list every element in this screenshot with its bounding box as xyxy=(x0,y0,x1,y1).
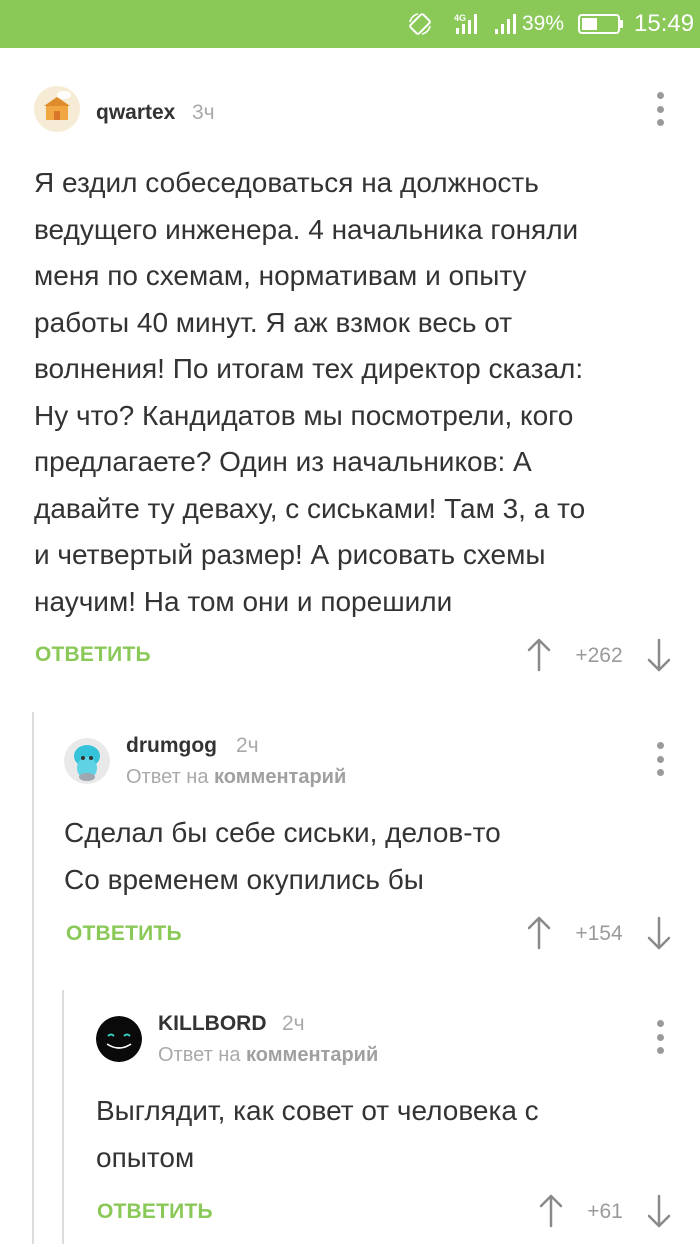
upvote-icon[interactable] xyxy=(538,1194,564,1228)
signal-icon xyxy=(494,0,516,48)
downvote-icon[interactable] xyxy=(646,1194,672,1228)
downvote-icon[interactable] xyxy=(646,638,672,672)
upvote-icon[interactable] xyxy=(526,916,552,950)
comment-line: предлагаете? Один из начальников: А xyxy=(34,446,532,477)
comment-body: Сделал бы себе сиськи, делов-то Со време… xyxy=(64,810,501,903)
reply-to-label[interactable]: Ответ на комментарий xyxy=(158,1044,378,1067)
reply-to-link[interactable]: комментарий xyxy=(214,766,346,788)
status-time: 15:49 xyxy=(634,10,695,37)
reply-button[interactable]: ОТВЕТИТЬ xyxy=(97,1200,213,1224)
comment-line: и четвертый размер! А рисовать схемы xyxy=(34,539,546,570)
reply-button[interactable]: ОТВЕТИТЬ xyxy=(66,922,182,946)
comment-line: работы 40 минут. Я аж взмок весь от xyxy=(34,306,513,338)
avatar[interactable] xyxy=(34,86,80,132)
status-bar: 4G 39% 15:49 xyxy=(0,0,700,48)
comment-line: Сделал бы себе сиськи, делов-то xyxy=(64,817,501,848)
more-options-icon[interactable] xyxy=(650,1020,670,1054)
comment-author[interactable]: drumgog xyxy=(126,734,217,758)
battery-icon xyxy=(578,0,624,48)
comment-1: qwartex 3ч Я ездил собеседоваться на дол… xyxy=(0,48,700,708)
upvote-icon[interactable] xyxy=(526,638,552,672)
more-options-icon[interactable] xyxy=(650,92,670,126)
comment-line: Я ездил собеседоваться на должность xyxy=(34,167,539,198)
reply-to-prefix: Ответ на xyxy=(126,766,209,788)
comment-time: 2ч xyxy=(236,734,259,757)
comment-line: Со временем окупились бы xyxy=(64,863,424,895)
comment-rating: +262 xyxy=(575,644,623,667)
comment-line: ведущего инженера. 4 начальника гоняли xyxy=(34,213,579,245)
comment-time: 3ч xyxy=(192,101,215,124)
reply-to-link[interactable]: комментарий xyxy=(246,1044,378,1066)
reply-to-prefix: Ответ на xyxy=(158,1044,241,1066)
comment-line: Выглядит, как совет от человека с xyxy=(96,1095,539,1126)
reply-to-label[interactable]: Ответ на комментарий xyxy=(126,766,346,789)
comment-body: Выглядит, как совет от человека с опытом xyxy=(96,1088,539,1181)
rotate-icon xyxy=(406,0,434,48)
comment-line: Ну что? Кандидатов мы посмотрели, кого xyxy=(34,399,574,431)
downvote-icon[interactable] xyxy=(646,916,672,950)
comment-author[interactable]: KILLBORD xyxy=(158,1012,267,1036)
reply-button[interactable]: ОТВЕТИТЬ xyxy=(35,643,151,667)
comment-rating: +154 xyxy=(575,922,623,945)
comment-line: меня по схемам, нормативам и опыту xyxy=(34,260,527,291)
comment-line: опытом xyxy=(96,1141,195,1173)
avatar[interactable] xyxy=(64,738,110,784)
svg-text:4G: 4G xyxy=(454,13,466,23)
comment-line: волнения! По итогам тех директор сказал: xyxy=(34,353,584,384)
comment-author[interactable]: qwartex xyxy=(96,101,175,125)
comment-line: давайте ту деваху, с сиськами! Там 3, а … xyxy=(34,492,586,524)
more-options-icon[interactable] xyxy=(650,742,670,776)
comment-line: научим! На том они и порешили xyxy=(34,585,453,617)
network-4g-icon: 4G xyxy=(452,0,486,48)
comment-body: Я ездил собеседоваться на должность веду… xyxy=(34,160,585,625)
battery-percent: 39% xyxy=(522,12,565,35)
comment-2: drumgog 2ч Ответ на комментарий Сделал б… xyxy=(0,712,700,982)
comment-3: KILLBORD 2ч Ответ на комментарий Выгляди… xyxy=(0,990,700,1244)
comment-time: 2ч xyxy=(282,1012,305,1035)
comment-rating: +61 xyxy=(587,1200,623,1223)
avatar[interactable] xyxy=(96,1016,142,1062)
